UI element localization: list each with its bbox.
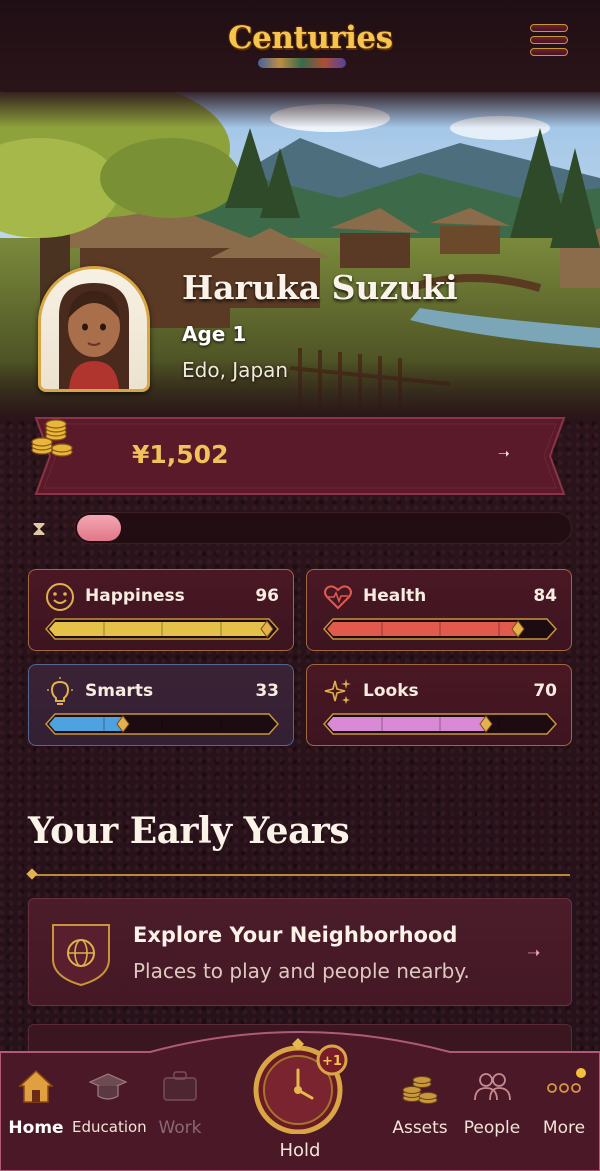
nav-item-assets[interactable]: Assets (384, 1066, 456, 1138)
banner-shape (34, 417, 566, 495)
character-avatar[interactable] (38, 266, 150, 392)
stat-card-smarts[interactable]: Smarts 33 (28, 664, 294, 746)
activity-card-explore-neighborhood[interactable]: Explore Your Neighborhood Places to play… (28, 898, 572, 1006)
stat-value: 84 (533, 586, 557, 606)
hold-label: Hold (279, 1140, 321, 1161)
stat-label: Smarts (85, 681, 154, 701)
section-title: Your Early Years (28, 810, 350, 852)
stat-bar (45, 618, 279, 640)
chevron-right-icon: ➝ (498, 446, 510, 462)
stat-bar-fill (49, 717, 123, 731)
gold-coins-icon (31, 419, 73, 457)
nav-item-home[interactable]: Home (0, 1066, 72, 1138)
briefcase-icon (163, 1071, 197, 1101)
stat-label: Happiness (85, 586, 185, 606)
nav-label: Education (72, 1118, 147, 1136)
stat-bar (323, 713, 557, 735)
character-location: Edo, Japan (182, 358, 289, 382)
globe-shield-icon (52, 924, 110, 987)
sparkles-icon (324, 679, 351, 704)
activity-subtitle: Places to play and people nearby. (133, 959, 470, 983)
character-age: Age 1 (182, 322, 247, 346)
svg-text:+1: +1 (322, 1054, 342, 1069)
stat-card-health[interactable]: Health 84 (306, 569, 572, 651)
nav-label: More (542, 1118, 586, 1138)
hourglass-icon: ⧗ (32, 516, 47, 540)
stat-card-looks[interactable]: Looks 70 (306, 664, 572, 746)
app-logo: Centuries (228, 14, 393, 70)
character-name: Haruka Suzuki (182, 268, 458, 307)
child-portrait (59, 283, 129, 389)
stat-label: Looks (363, 681, 419, 701)
people-icon (474, 1073, 511, 1101)
nav-item-people[interactable]: People (456, 1066, 528, 1138)
stat-bar-fill (327, 622, 518, 636)
graduation-cap-icon (88, 1073, 128, 1100)
nav-label: People (463, 1118, 521, 1138)
stat-value: 96 (255, 586, 279, 606)
nav-label: Work (158, 1118, 202, 1138)
chevron-right-icon: ➝ (527, 943, 541, 962)
home-icon (18, 1069, 54, 1103)
stat-card-happiness[interactable]: Happiness 96 (28, 569, 294, 651)
heartbeat-icon (324, 585, 352, 610)
smiley-face-icon (46, 583, 74, 611)
nav-item-more[interactable]: More (528, 1066, 600, 1138)
notification-dot (576, 1068, 586, 1078)
coin-stack-icon (402, 1076, 438, 1104)
age-progress-fill (77, 515, 121, 541)
logo-text: Centuries (228, 20, 393, 56)
nav-label: Assets (392, 1118, 448, 1138)
hamburger-menu-icon[interactable] (530, 24, 568, 62)
logo-decoration (258, 58, 346, 68)
nav-item-education[interactable]: Education (72, 1066, 147, 1136)
stat-value: 33 (255, 681, 279, 701)
stat-bar-fill (49, 622, 267, 636)
nav-label: Home (8, 1118, 64, 1138)
top-bar: Centuries (0, 0, 600, 92)
money-banner[interactable]: ¥1,502 ➝ (30, 414, 570, 498)
stat-label: Health (363, 586, 427, 606)
hold-clock-button[interactable]: +1 (252, 1038, 348, 1134)
stat-bar-fill (327, 717, 486, 731)
stat-bar (323, 618, 557, 640)
stat-value: 70 (533, 681, 557, 701)
money-amount: ¥1,502 (132, 440, 229, 469)
activity-title: Explore Your Neighborhood (133, 923, 458, 947)
age-progress-bar (74, 512, 572, 544)
section-divider (30, 874, 570, 876)
nav-item-work[interactable]: Work (144, 1066, 216, 1138)
stat-bar (45, 713, 279, 735)
lightbulb-icon (47, 677, 73, 705)
